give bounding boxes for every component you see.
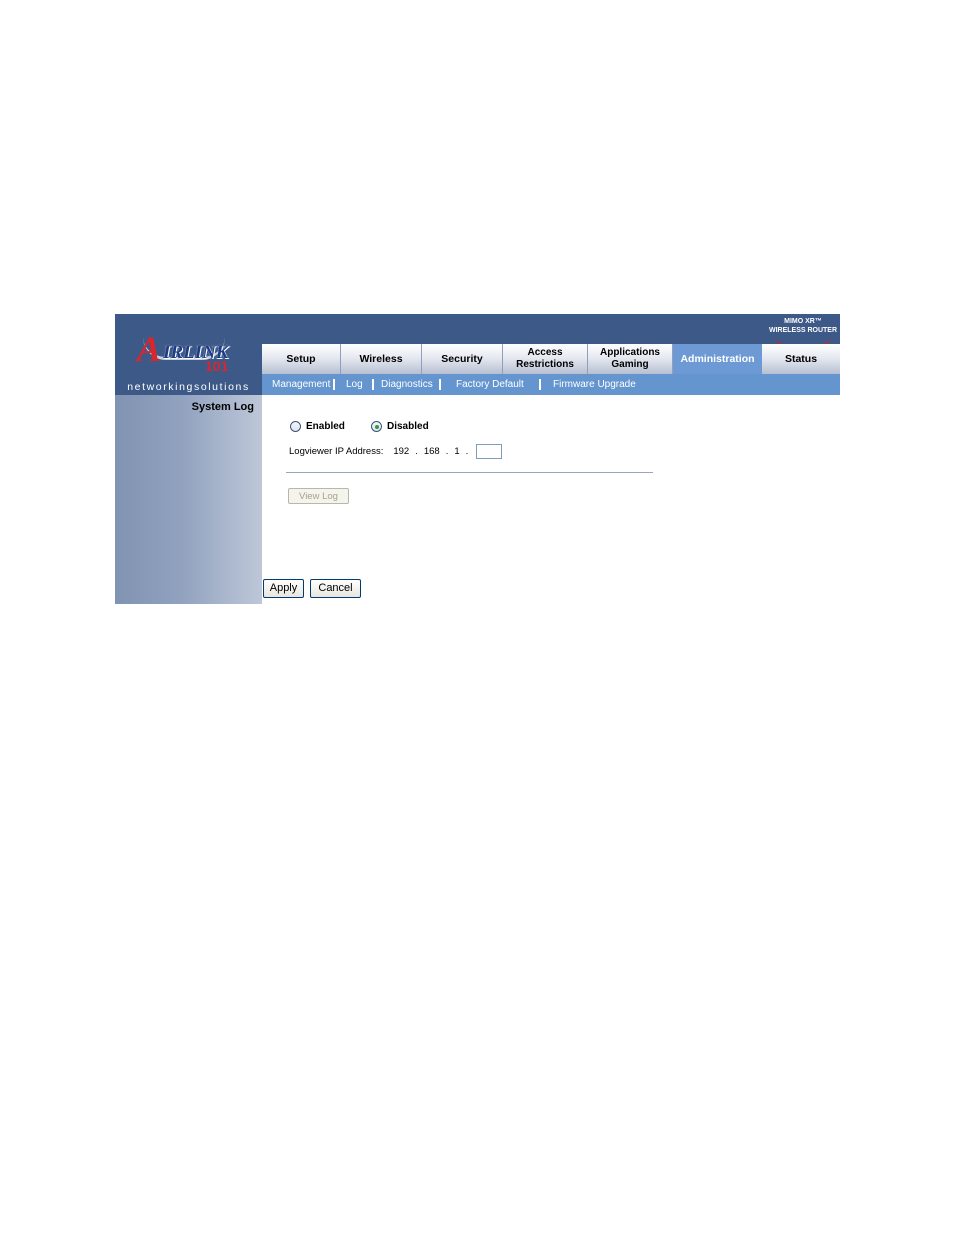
product-logo: MIMO XR™ WIRELESS ROUTER <box>768 317 838 346</box>
divider <box>286 472 653 473</box>
tab-wireless[interactable]: Wireless <box>341 344 422 374</box>
ip-octet-1: 192 <box>393 446 410 457</box>
sidebar: System Log <box>115 395 262 604</box>
tab-status[interactable]: Status <box>762 344 840 374</box>
tab-administration[interactable]: Administration <box>673 344 762 374</box>
enabled-option[interactable]: Enabled <box>290 421 345 432</box>
apply-button[interactable]: Apply <box>263 579 304 598</box>
tagline: networkingsolutions <box>127 381 250 393</box>
cancel-button[interactable]: Cancel <box>310 579 361 598</box>
ip-label: Logviewer IP Address: <box>289 446 384 457</box>
subnav-management[interactable]: Management <box>272 374 330 395</box>
subnav-log[interactable]: Log <box>346 374 363 395</box>
tab-security[interactable]: Security <box>422 344 503 374</box>
subnav-firmware-upgrade[interactable]: Firmware Upgrade <box>553 374 636 395</box>
tab-access-restrictions[interactable]: Access Restrictions <box>503 344 588 374</box>
header: A IRLINK 101 networkingsolutions MIMO XR… <box>115 314 840 395</box>
content-panel: Enabled Disabled Logviewer IP Address: 1… <box>262 395 840 604</box>
main-tabs: Setup Wireless Security Access Restricti… <box>262 344 840 374</box>
tab-setup[interactable]: Setup <box>262 344 341 374</box>
subnav-factory-default[interactable]: Factory Default <box>456 374 524 395</box>
ip-last-octet-input[interactable] <box>476 444 503 459</box>
section-title: System Log <box>191 401 254 413</box>
tab-applications-gaming[interactable]: Applications Gaming <box>588 344 673 374</box>
ip-octet-2: 168 <box>423 446 440 457</box>
router-admin-page: A IRLINK 101 networkingsolutions MIMO XR… <box>115 314 840 604</box>
subnav-diagnostics[interactable]: Diagnostics <box>381 374 433 395</box>
sub-navigation: Management Log Diagnostics Factory Defau… <box>262 374 840 395</box>
disabled-option[interactable]: Disabled <box>371 421 429 432</box>
enabled-radio[interactable] <box>290 421 301 432</box>
logviewer-ip-row: Logviewer IP Address: 192 . 168 . 1 . <box>289 444 503 459</box>
ip-octet-3: 1 <box>454 446 460 457</box>
disabled-radio[interactable] <box>371 421 382 432</box>
view-log-button[interactable]: View Log <box>288 488 349 504</box>
